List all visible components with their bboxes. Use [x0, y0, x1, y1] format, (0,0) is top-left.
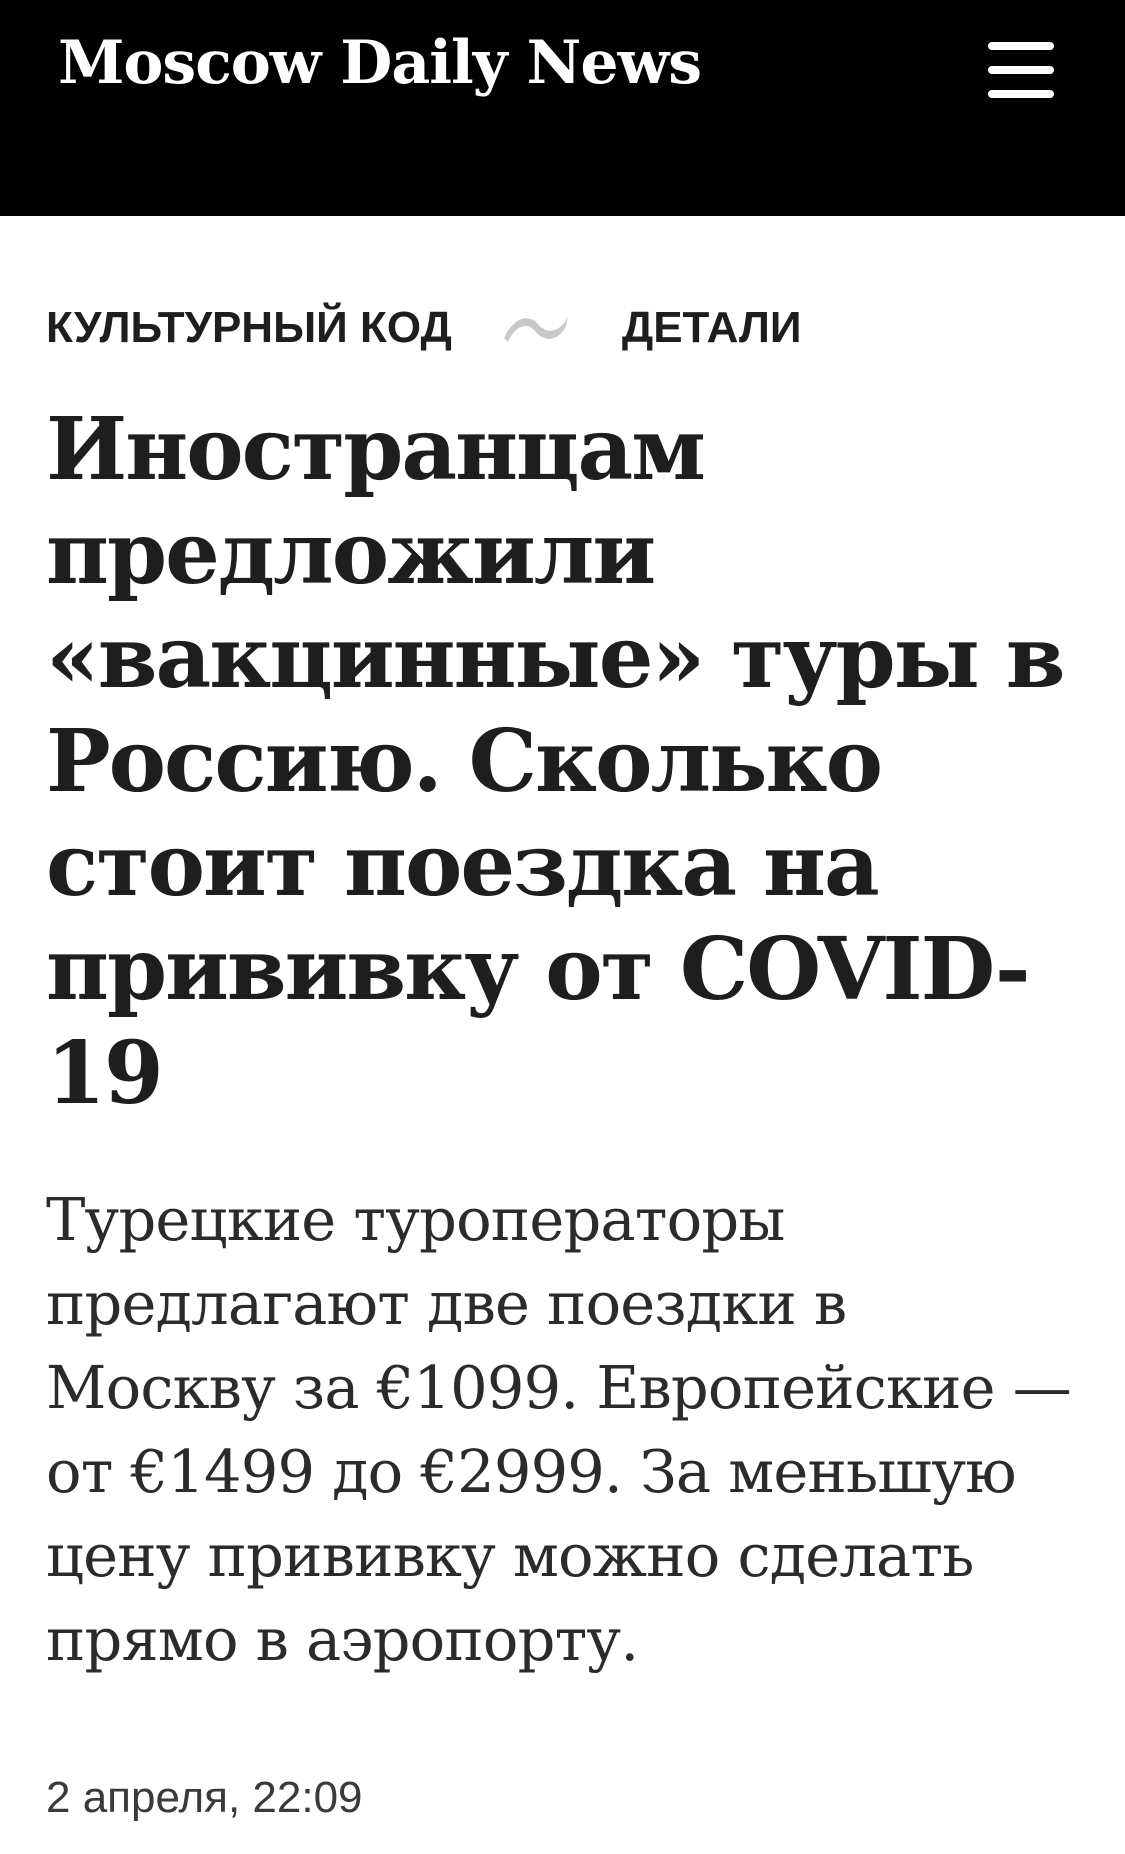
- breadcrumb-section-link[interactable]: КУЛЬТУРНЫЙ КОД: [46, 303, 452, 353]
- wave-separator-icon: [503, 316, 568, 342]
- hamburger-menu-icon: [988, 42, 1054, 50]
- breadcrumb: КУЛЬТУРНЫЙ КОД ДЕТАЛИ: [46, 298, 801, 358]
- breadcrumb-subsection-link[interactable]: ДЕТАЛИ: [622, 303, 802, 353]
- site-logo[interactable]: Moscow Daily News: [58, 28, 702, 98]
- site-header: Moscow Daily News: [0, 0, 1125, 216]
- article-date: 2 апреля, 22:09: [46, 1773, 363, 1822]
- article-lead: Турецкие туроператоры предлагают две пое…: [46, 1185, 1072, 1674]
- hamburger-menu-icon-bar: [988, 66, 1054, 74]
- article-headline: Иностранцам предложили «вакцинные» туры …: [46, 399, 1066, 1124]
- hamburger-menu-icon-bar: [988, 90, 1054, 98]
- menu-button[interactable]: [988, 40, 1054, 100]
